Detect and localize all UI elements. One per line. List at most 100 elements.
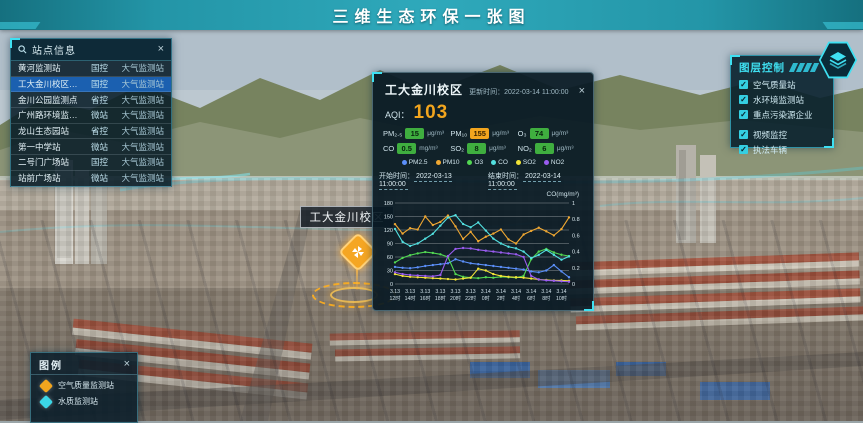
station-type: 大气监测站 <box>112 78 164 90</box>
update-time: 更新时间：2022-03-14 11:00:00 <box>469 87 568 97</box>
station-level: 国控 <box>84 156 108 168</box>
legend-item[interactable]: PM10 <box>436 159 460 166</box>
header-stripes <box>791 63 817 72</box>
legend-item[interactable]: PM2.5 <box>402 159 428 166</box>
pollutant-value-badge: 8 <box>467 143 486 154</box>
checkbox-icon[interactable]: ✓ <box>739 145 748 154</box>
pollutant-so2: SO₂ 8 μg/m³ <box>450 143 517 154</box>
pollutant-o3: O₃ 74 μg/m³ <box>518 128 585 139</box>
layer-label: 空气质量站 <box>753 79 796 91</box>
station-type: 大气监测站 <box>112 172 164 184</box>
station-row[interactable]: 第一中学站 微站 大气监测站 <box>11 139 171 155</box>
station-type: 大气监测站 <box>112 141 164 153</box>
station-name: 龙山生态园站 <box>18 125 80 137</box>
legend-item-water[interactable]: 水质监测站 <box>31 391 137 407</box>
pollutant-co: CO 0.5 mg/m³ <box>383 143 450 154</box>
legend-dot <box>402 160 407 165</box>
layer-toggle-water[interactable]: ✓ 水环境监测站 <box>731 92 833 107</box>
station-row[interactable]: 金川公园监测点 省控 大气监测站 <box>11 92 171 108</box>
svg-text:0.6: 0.6 <box>572 233 580 239</box>
station-row[interactable]: 黄河监测站 国控 大气监测站 <box>11 61 171 77</box>
pollutant-pm10: PM₁₀ 155 μg/m³ <box>450 128 517 139</box>
legend-item[interactable]: NO2 <box>544 159 564 166</box>
svg-text:120: 120 <box>384 228 393 234</box>
pollutant-trend-chart[interactable]: 030609012015018000.20.40.60.813.1312时3.1… <box>379 198 587 304</box>
svg-text:3.14: 3.14 <box>526 289 536 295</box>
station-name: 广州路环境监测点 <box>18 109 80 121</box>
checkbox-icon[interactable]: ✓ <box>739 110 748 119</box>
layer-toggle-vehicle[interactable]: ✓ 执法车辆 <box>731 142 833 157</box>
layer-toggle-pollution[interactable]: ✓ 重点污染源企业 <box>731 107 833 122</box>
station-type: 大气监测站 <box>112 109 164 121</box>
checkbox-icon[interactable]: ✓ <box>739 130 748 139</box>
svg-text:0.4: 0.4 <box>572 250 580 256</box>
pollutant-value-badge: 0.5 <box>397 143 416 154</box>
svg-text:3.13: 3.13 <box>420 289 430 295</box>
checkbox-icon[interactable]: ✓ <box>739 95 748 104</box>
pollutant-value-badge: 74 <box>530 128 549 139</box>
app-title: 三维生态环保一张图 <box>332 3 530 27</box>
station-type: 大气监测站 <box>112 62 164 74</box>
svg-text:22时: 22时 <box>465 294 476 302</box>
station-type: 大气监测站 <box>112 94 164 106</box>
title-bar: 三维生态环保一张图 <box>0 0 863 30</box>
station-type: 大气监测站 <box>112 125 164 137</box>
svg-text:3.13: 3.13 <box>435 289 445 295</box>
svg-text:0: 0 <box>572 282 575 288</box>
layers-icon <box>827 49 849 71</box>
panel-corner <box>824 138 834 148</box>
station-list-title: 站点信息 <box>32 42 153 57</box>
layer-label: 重点污染源企业 <box>753 109 813 121</box>
legend-dot <box>544 160 549 165</box>
station-level: 国控 <box>84 78 108 90</box>
pollutant-grid: PM₂.₅ 15 μg/m³ PM₁₀ 155 μg/m³ O₃ 74 μg/m… <box>373 124 593 156</box>
station-row[interactable]: 广州路环境监测点 微站 大气监测站 <box>11 108 171 124</box>
svg-text:3.14: 3.14 <box>511 289 521 295</box>
close-icon[interactable]: × <box>579 86 585 97</box>
svg-text:0.8: 0.8 <box>572 217 580 223</box>
svg-text:180: 180 <box>384 201 393 207</box>
pollutant-pm25: PM₂.₅ 15 μg/m³ <box>383 128 450 139</box>
svg-text:90: 90 <box>387 242 393 248</box>
panel-corner <box>730 55 740 65</box>
station-row[interactable]: 二号门广场站 国控 大气监测站 <box>11 155 171 171</box>
layers-hexagon-button[interactable] <box>818 40 858 80</box>
station-level: 国控 <box>84 62 108 74</box>
panel-corner <box>584 301 594 311</box>
svg-text:4时: 4时 <box>512 294 520 302</box>
aqi-value: 103 <box>414 102 449 124</box>
station-level: 省控 <box>84 94 108 106</box>
pollutant-no2: NO₂ 6 μg/m³ <box>518 143 585 154</box>
title-bar-left-wing <box>0 22 40 29</box>
svg-text:12时: 12时 <box>390 294 401 302</box>
station-row-selected[interactable]: 工大金川校区监测站 国控 大气监测站 <box>11 77 171 93</box>
layer-toggle-video[interactable]: ✓ 视频监控 <box>731 127 833 142</box>
legend-item[interactable]: CO <box>491 159 508 166</box>
close-icon[interactable]: × <box>158 44 164 55</box>
svg-text:0: 0 <box>390 282 393 288</box>
legend-item-air[interactable]: 空气质量监测站 <box>31 375 137 391</box>
legend-item[interactable]: O3 <box>467 159 483 166</box>
station-level: 微站 <box>84 109 108 121</box>
station-list-panel: 站点信息 × 黄河监测站 国控 大气监测站 工大金川校区监测站 国控 大气监测站… <box>10 38 172 187</box>
layer-label: 执法车辆 <box>753 144 787 156</box>
legend-item[interactable]: SO2 <box>516 159 536 166</box>
svg-text:3.14: 3.14 <box>556 289 566 295</box>
pinwheel-icon <box>351 245 365 259</box>
svg-text:3.13: 3.13 <box>450 289 460 295</box>
layer-label: 视频监控 <box>753 129 787 141</box>
close-icon[interactable]: × <box>124 359 130 370</box>
station-row[interactable]: 龙山生态园站 省控 大气监测站 <box>11 124 171 140</box>
station-row[interactable]: 站前广场站 微站 大气监测站 <box>11 171 171 187</box>
legend-title: 图例 <box>39 357 124 372</box>
legend-item-label: 水质监测站 <box>58 396 98 407</box>
svg-text:3.14: 3.14 <box>481 289 491 295</box>
checkbox-icon[interactable]: ✓ <box>739 80 748 89</box>
svg-text:8时: 8时 <box>542 294 550 302</box>
station-name: 第一中学站 <box>18 141 80 153</box>
station-name: 二号门广场站 <box>18 156 80 168</box>
legend-item-label: 空气质量监测站 <box>58 380 114 391</box>
station-name: 工大金川校区监测站 <box>18 78 80 90</box>
water-station-icon <box>39 394 53 408</box>
time-range-row: 开始时间：2022-03-13 11:00:00 结束时间：2022-03-14… <box>373 167 593 188</box>
